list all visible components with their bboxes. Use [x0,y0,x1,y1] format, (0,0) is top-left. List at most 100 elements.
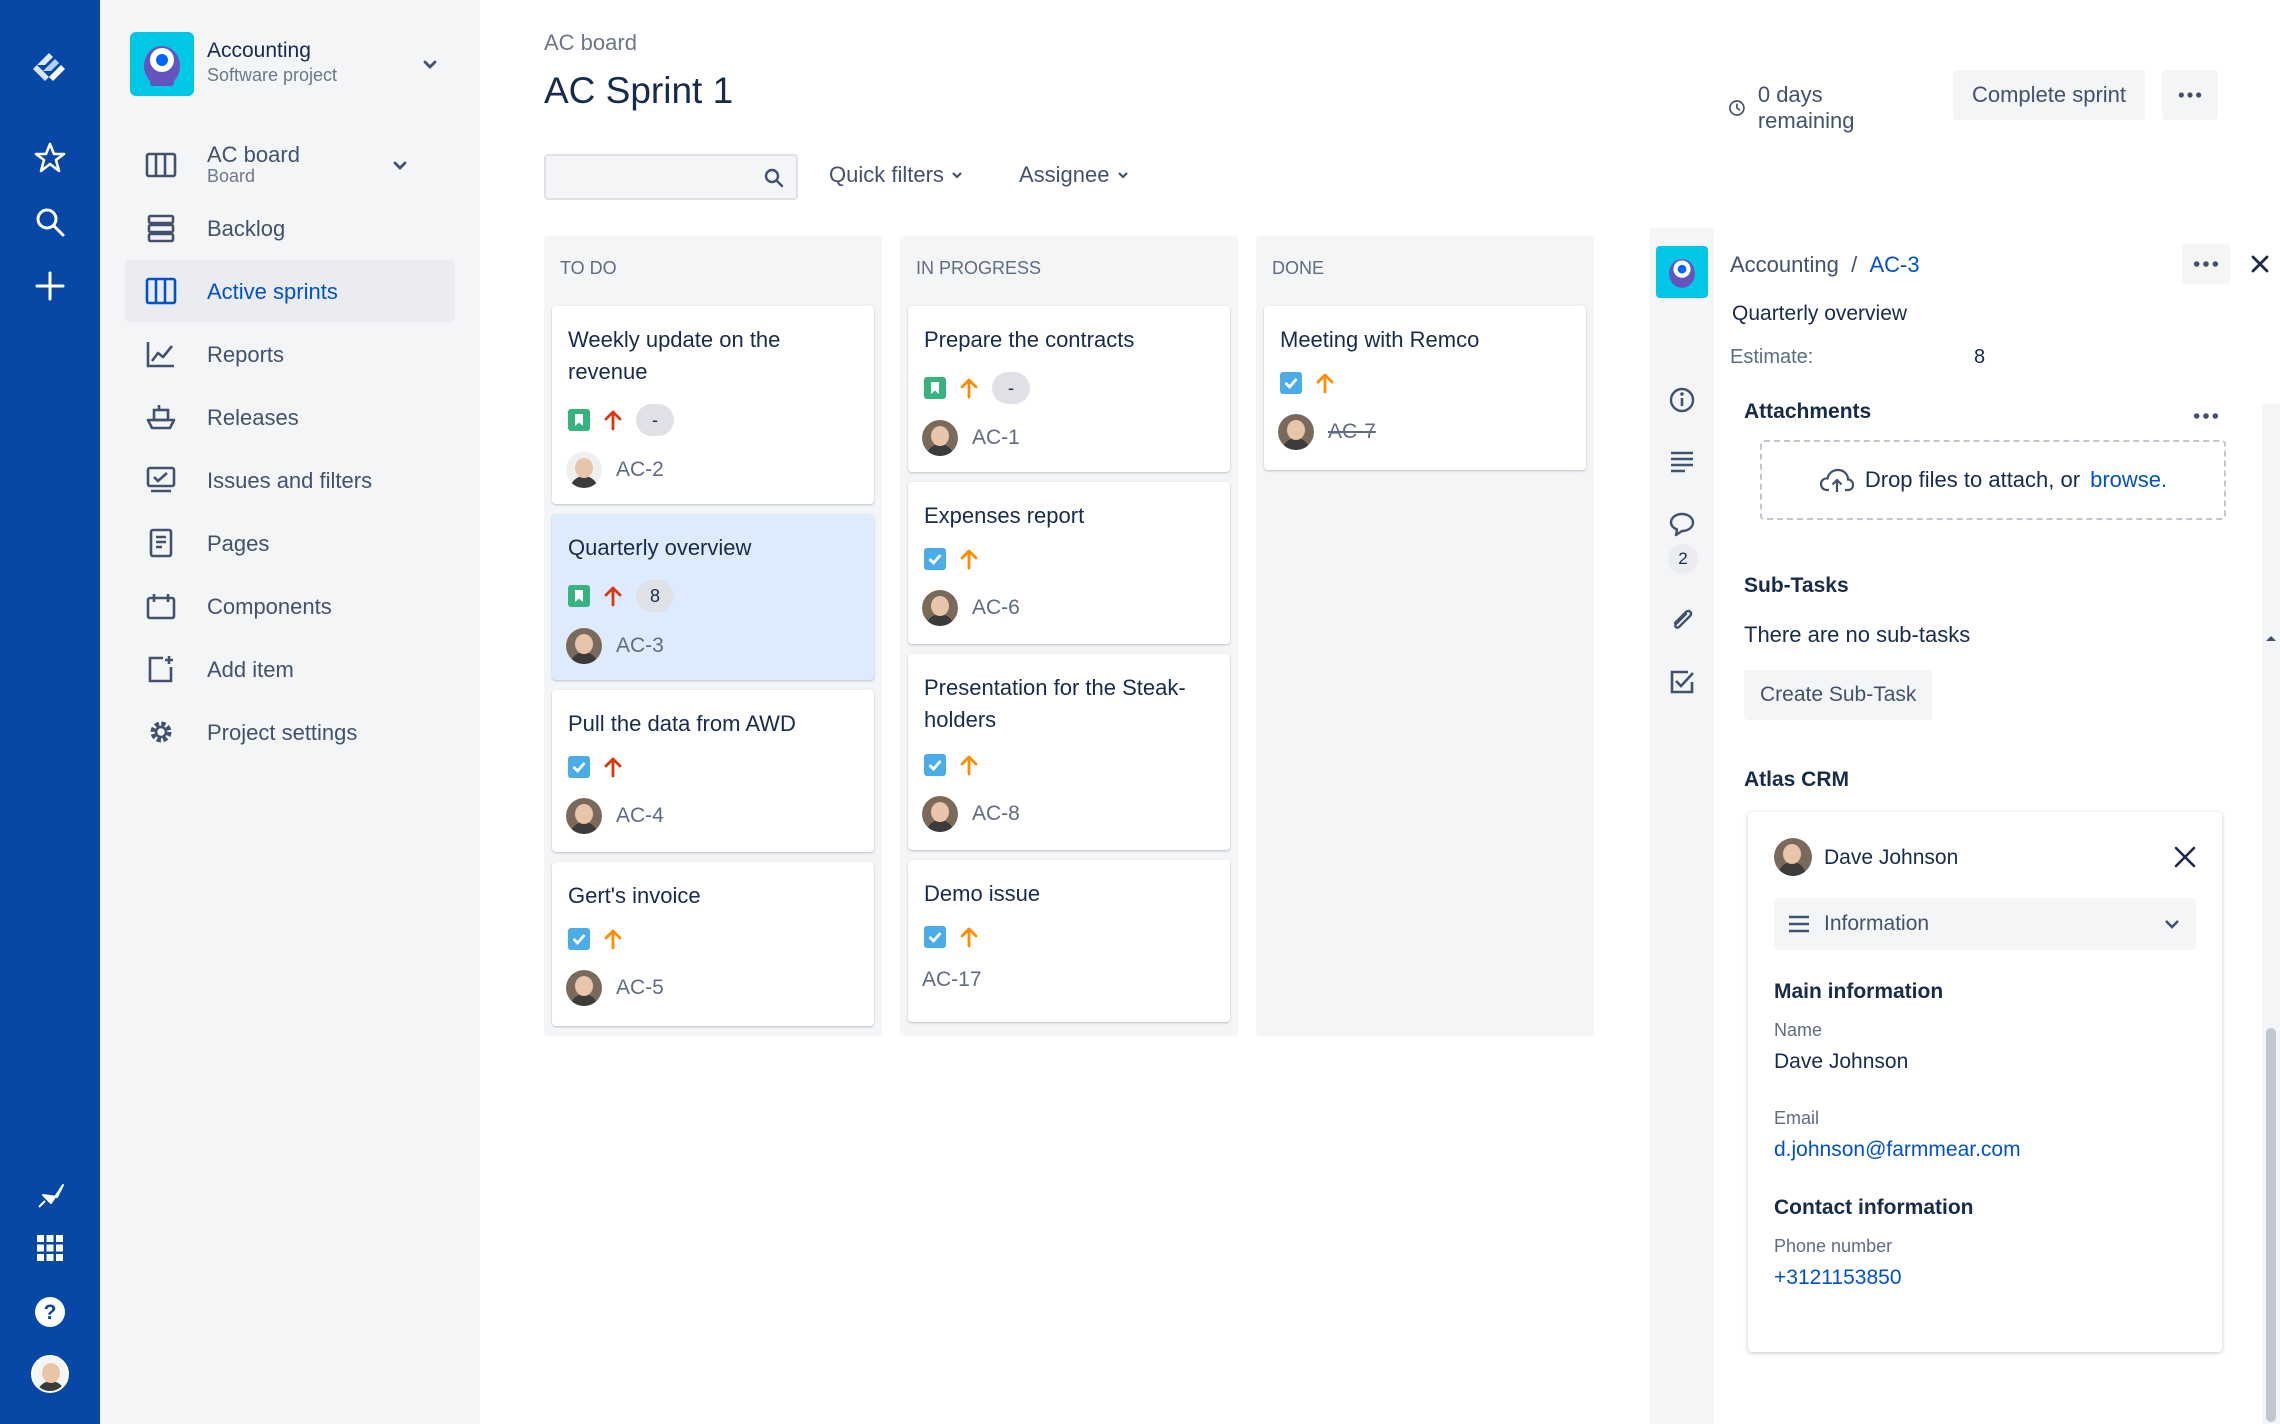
project-avatar [1656,246,1708,298]
issue-card-ac-2[interactable]: Weekly update on the revenue - AC-2 [552,306,874,504]
project-header[interactable]: Accounting Software project [130,32,450,96]
issue-key: AC-8 [972,802,1020,825]
email-link[interactable]: d.johnson@farmmear.com [1774,1138,2021,1162]
plus-icon[interactable] [30,266,70,306]
assignee-dropdown[interactable]: Assignee [1019,162,1130,188]
estimate-value[interactable]: 8 [1974,346,1985,369]
sidebar-item-active-sprints[interactable]: Active sprints [125,260,455,322]
card-title: Pull the data from AWD [568,711,796,736]
feedback-icon[interactable] [30,1176,70,1216]
complete-sprint-button[interactable]: Complete sprint [1953,70,2145,120]
scroll-up-arrow[interactable] [2262,632,2280,644]
sidebar-item-label: Pages [207,531,270,556]
page-icon [145,528,177,558]
assignee-avatar [922,420,958,456]
email-label: Email [1774,1108,1820,1128]
issue-card-ac-17[interactable]: Demo issue AC-17 [908,860,1230,1022]
more-icon [2193,261,2219,267]
attachment-icon[interactable] [1666,604,1698,636]
issue-key: AC-3 [616,634,664,657]
crm-view-select[interactable]: Information [1774,898,2196,950]
days-remaining-text: 0 days remaining [1757,82,1855,133]
sidebar-item-components[interactable]: Components [125,575,455,637]
subtask-icon[interactable] [1666,666,1698,698]
breadcrumb-separator: / [1851,252,1858,277]
board-column-done: DONE Meeting with Remco AC-7 [1256,236,1594,1036]
assignee-avatar [922,590,958,626]
more-actions-button[interactable] [2182,244,2230,284]
browse-link[interactable]: browse. [2090,467,2167,493]
project-avatar [130,32,194,96]
issue-card-ac-8[interactable]: Presentation for the Steak-holders AC-8 [908,654,1230,850]
project-type: Software project [207,65,338,85]
atlas-crm-title: Atlas CRM [1744,768,1850,791]
sidebar-item-pages[interactable]: Pages [125,512,455,574]
contact-info-heading: Contact information [1774,1196,1974,1219]
sidebar-item-label: Add item [207,657,294,682]
close-icon[interactable] [2172,844,2198,870]
board-name: AC board [207,142,300,167]
attachments-more-button[interactable] [2186,404,2226,428]
chevron-down-icon[interactable] [420,54,440,74]
board-search[interactable] [544,154,798,200]
assignee-avatar [566,628,602,664]
add-item-icon [145,654,177,684]
sidebar-item-issues-and-filters[interactable]: Issues and filters [125,449,455,511]
search-input[interactable] [546,156,796,198]
issue-key-link[interactable]: AC-3 [1869,252,1919,277]
issue-key: AC-5 [616,976,664,999]
sidebar-item-label: Issues and filters [207,468,373,493]
priority-medium-icon [604,929,622,950]
issue-card-ac-1[interactable]: Prepare the contracts - AC-1 [908,306,1230,472]
project-name: Accounting [207,39,311,62]
issue-card-ac-7[interactable]: Meeting with Remco AC-7 [1264,306,1586,470]
issue-card-ac-5[interactable]: Gert's invoice AC-5 [552,862,874,1026]
attachment-dropzone[interactable]: Drop files to attach, or browse. [1760,440,2226,520]
priority-medium-icon [1316,373,1334,394]
issue-key: AC-4 [616,804,664,827]
breadcrumb[interactable]: AC board [544,30,637,56]
breadcrumb-project[interactable]: Accounting [1730,252,1839,277]
task-icon [1280,372,1302,394]
profile-avatar[interactable] [30,1354,70,1394]
contact-avatar [1774,838,1812,876]
priority-high-icon [604,586,622,607]
sidebar-item-add-item[interactable]: Add item [125,638,455,700]
create-subtask-button[interactable]: Create Sub-Task [1744,670,1933,720]
detail-scrollbar-thumb[interactable] [2266,1028,2276,1422]
assignee-avatar [1278,414,1314,450]
info-icon[interactable] [1666,384,1698,416]
sidebar-item-label: Reports [207,342,285,367]
issue-card-ac-3[interactable]: Quarterly overview 8 AC-3 [552,514,874,680]
sidebar-item-releases[interactable]: Releases [125,386,455,448]
description-icon[interactable] [1666,446,1698,478]
gear-icon [145,717,177,747]
sidebar-item-reports[interactable]: Reports [125,323,455,385]
more-actions-button[interactable] [2162,70,2218,120]
sidebar-item-backlog[interactable]: Backlog [125,197,455,259]
dropzone-text: Drop files to attach, or [1864,467,2081,492]
card-title: Gert's invoice [568,883,701,908]
issue-summary[interactable]: Quarterly overview [1732,302,1907,326]
menu-icon [1789,915,1809,933]
board-type: Board [207,166,256,186]
jira-logo-icon[interactable] [30,48,70,88]
component-icon [145,591,177,621]
phone-link[interactable]: +3121153850 [1774,1266,1902,1290]
sidebar-item-label: Project settings [207,720,358,745]
comment-icon[interactable] [1666,508,1698,540]
close-icon[interactable] [2248,252,2272,276]
issue-card-ac-4[interactable]: Pull the data from AWD AC-4 [552,690,874,852]
page-title: AC Sprint 1 [544,70,734,111]
quick-filters-dropdown[interactable]: Quick filters [829,162,964,188]
star-icon[interactable] [30,138,70,178]
chevron-down-icon[interactable] [390,155,410,175]
board-switcher[interactable]: AC board Board [125,134,455,196]
issue-breadcrumb: Accounting / AC-3 [1730,252,1920,278]
priority-medium-icon [960,927,978,948]
issue-card-ac-6[interactable]: Expenses report AC-6 [908,482,1230,644]
search-icon[interactable] [30,202,70,242]
sidebar-item-project-settings[interactable]: Project settings [125,701,455,763]
help-icon[interactable]: ? [30,1292,70,1332]
app-switcher-icon[interactable] [30,1228,70,1268]
